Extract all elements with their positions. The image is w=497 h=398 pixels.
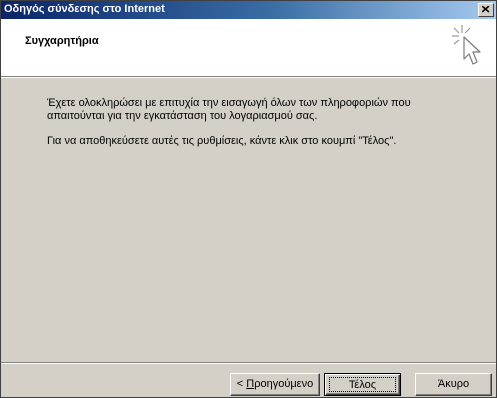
wizard-window: Οδηγός σύνδεσης στο Internet Συγχαρητήρι… [0, 0, 497, 398]
close-button[interactable] [478, 3, 494, 17]
cancel-button-label: Άκυρο [437, 378, 470, 390]
wizard-header: Συγχαρητήρια [1, 19, 496, 77]
finish-button-focus: Τέλος [329, 377, 396, 392]
back-button[interactable]: < Προηγούμενο [230, 373, 320, 396]
button-divider-highlight [1, 363, 496, 364]
title-bar[interactable]: Οδηγός σύνδεσης στο Internet [1, 1, 496, 19]
finish-button[interactable]: Τέλος [324, 373, 401, 396]
finish-instruction: Για να αποθηκεύσετε αυτές τις ρυθμίσεις,… [47, 135, 397, 147]
page-title: Συγχαρητήρια [25, 35, 99, 47]
finish-button-label: Τέλος [348, 379, 377, 391]
wizard-cursor-icon [452, 25, 481, 65]
window-title: Οδηγός σύνδεσης στο Internet [4, 3, 165, 15]
back-button-label: ροηγούμενο [254, 378, 314, 390]
cancel-button[interactable]: Άκυρο [415, 373, 492, 396]
header-divider [1, 77, 496, 78]
back-button-prefix: < [236, 378, 247, 390]
wizard-content: Έχετε ολοκληρώσει με επιτυχία την εισαγω… [47, 97, 467, 160]
completion-message: Έχετε ολοκληρώσει με επιτυχία την εισαγω… [47, 97, 411, 122]
close-icon [482, 6, 490, 13]
